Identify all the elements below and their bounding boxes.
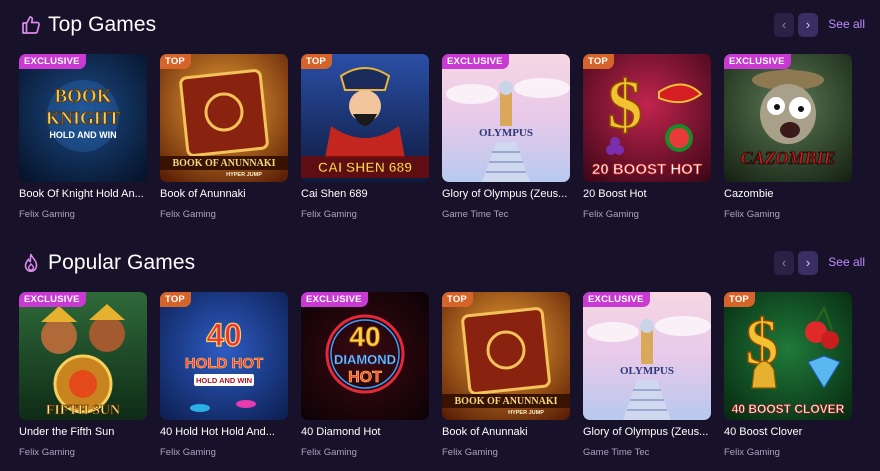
art-text: CAI SHEN 689	[318, 159, 412, 175]
art-text: BOOK OF ANUNNAKI	[173, 158, 276, 169]
game-title[interactable]: Book of Anunnaki	[442, 426, 574, 438]
game-provider: Felix Gaming	[442, 447, 498, 458]
game-card[interactable]: $ 40 BOOST CLOVER TOP 40 Boost Clover Fe…	[724, 292, 852, 471]
game-provider: Game Time Tec	[442, 209, 509, 220]
top-badge: TOP	[724, 292, 755, 307]
exclusive-badge: EXCLUSIVE	[724, 54, 791, 69]
art-text: HOT	[348, 369, 382, 386]
game-thumbnail[interactable]: $ 40 BOOST CLOVER TOP	[724, 292, 852, 420]
art-text: 40	[206, 317, 242, 353]
top-games-section: Top Games ‹ › See all BOOK KNIGHT HOLD A…	[0, 0, 880, 238]
section-header: Popular Games ‹ › See all	[20, 248, 865, 280]
game-title[interactable]: Book of Anunnaki	[160, 188, 292, 200]
game-provider: Felix Gaming	[301, 209, 357, 220]
next-button[interactable]: ›	[798, 251, 818, 275]
game-provider: Felix Gaming	[160, 447, 216, 458]
game-carousel: FIFTH SUN EXCLUSIVE Under the Fifth Sun …	[19, 292, 859, 471]
game-title[interactable]: 20 Boost Hot	[583, 188, 715, 200]
game-card[interactable]: BOOK OF ANUNNAKI HYPER JUMP TOP Book of …	[442, 292, 570, 471]
see-all-link[interactable]: See all	[828, 255, 865, 269]
game-carousel: BOOK KNIGHT HOLD AND WIN EXCLUSIVE Book …	[19, 54, 859, 238]
game-title[interactable]: 40 Hold Hot Hold And...	[160, 426, 292, 438]
previous-button[interactable]: ‹	[774, 251, 794, 275]
game-title[interactable]: 40 Diamond Hot	[301, 426, 433, 438]
previous-button[interactable]: ‹	[774, 13, 794, 37]
art-text: 40	[349, 321, 380, 352]
art-text: CAZOMBIE	[740, 148, 835, 168]
exclusive-badge: EXCLUSIVE	[583, 292, 650, 307]
game-title[interactable]: Under the Fifth Sun	[19, 426, 151, 438]
game-card[interactable]: BOOK OF ANUNNAKI HYPER JUMP TOP Book of …	[160, 54, 288, 234]
art-text: 20 BOOST HOT	[592, 161, 702, 178]
next-button[interactable]: ›	[798, 13, 818, 37]
game-provider: Felix Gaming	[160, 209, 216, 220]
popular-games-section: Popular Games ‹ › See all FIFTH SUN EXCL…	[0, 238, 880, 471]
game-title[interactable]: 40 Boost Clover	[724, 426, 856, 438]
game-title[interactable]: Glory of Olympus (Zeus...	[442, 188, 574, 200]
game-thumbnail[interactable]: BOOK OF ANUNNAKI HYPER JUMP TOP	[442, 292, 570, 420]
art-text: KNIGHT	[46, 108, 120, 128]
game-card[interactable]: 40 HOLD HOT HOLD AND WIN TOP 40 Hold Hot…	[160, 292, 288, 471]
game-title[interactable]: Glory of Olympus (Zeus...	[583, 426, 715, 438]
game-provider: Felix Gaming	[724, 447, 780, 458]
section-title: Popular Games	[48, 251, 196, 274]
game-card[interactable]: $ 20 BOOST HOT TOP 20 Boost Hot Felix Ga…	[583, 54, 711, 234]
art-text: HYPER JUMP	[226, 172, 262, 178]
exclusive-badge: EXCLUSIVE	[19, 54, 86, 69]
top-badge: TOP	[160, 54, 191, 69]
game-title[interactable]: Cai Shen 689	[301, 188, 433, 200]
art-text: HOLD AND WIN	[196, 376, 252, 385]
game-thumbnail[interactable]: OLYMPUS EXCLUSIVE	[583, 292, 711, 420]
top-badge: TOP	[583, 54, 614, 69]
game-thumbnail[interactable]: 40 DIAMOND HOT EXCLUSIVE	[301, 292, 429, 420]
game-provider: Felix Gaming	[583, 209, 639, 220]
game-provider: Felix Gaming	[19, 209, 75, 220]
art-text: HOLD HOT	[185, 355, 263, 372]
game-thumbnail[interactable]: BOOK OF ANUNNAKI HYPER JUMP TOP	[160, 54, 288, 182]
game-provider: Game Time Tec	[583, 447, 650, 458]
exclusive-badge: EXCLUSIVE	[19, 292, 86, 307]
game-card[interactable]: OLYMPUS EXCLUSIVE Glory of Olympus (Zeus…	[442, 54, 570, 234]
game-provider: Felix Gaming	[724, 209, 780, 220]
top-badge: TOP	[301, 54, 332, 69]
game-thumbnail[interactable]: OLYMPUS EXCLUSIVE	[442, 54, 570, 182]
exclusive-badge: EXCLUSIVE	[442, 54, 509, 69]
game-provider: Felix Gaming	[19, 447, 75, 458]
art-text: 40 BOOST CLOVER	[732, 402, 845, 416]
see-all-link[interactable]: See all	[828, 17, 865, 31]
exclusive-badge: EXCLUSIVE	[301, 292, 368, 307]
game-thumbnail[interactable]: CAZOMBIE EXCLUSIVE	[724, 54, 852, 182]
art-text: HYPER JUMP	[508, 410, 544, 416]
svg-text:$: $	[608, 67, 643, 144]
art-text: FIFTH SUN	[46, 403, 120, 418]
game-thumbnail[interactable]: 40 HOLD HOT HOLD AND WIN TOP	[160, 292, 288, 420]
game-card[interactable]: CAI SHEN 689 TOP Cai Shen 689 Felix Gami…	[301, 54, 429, 234]
section-header: Top Games ‹ › See all	[20, 10, 865, 42]
game-thumbnail[interactable]: FIFTH SUN EXCLUSIVE	[19, 292, 147, 420]
game-title[interactable]: Book Of Knight Hold An...	[19, 188, 151, 200]
thumbs-up-icon	[20, 14, 42, 36]
game-thumbnail[interactable]: $ 20 BOOST HOT TOP	[583, 54, 711, 182]
top-badge: TOP	[160, 292, 191, 307]
art-text: BOOK OF ANUNNAKI	[455, 396, 558, 407]
art-text: HOLD AND WIN	[49, 130, 116, 140]
game-card[interactable]: 40 DIAMOND HOT EXCLUSIVE 40 Diamond Hot …	[301, 292, 429, 471]
top-badge: TOP	[442, 292, 473, 307]
flame-icon	[20, 252, 42, 274]
game-thumbnail[interactable]: BOOK KNIGHT HOLD AND WIN EXCLUSIVE	[19, 54, 147, 182]
art-text: OLYMPUS	[479, 127, 533, 139]
game-card[interactable]: CAZOMBIE EXCLUSIVE Cazombie Felix Gaming	[724, 54, 852, 234]
game-card[interactable]: BOOK KNIGHT HOLD AND WIN EXCLUSIVE Book …	[19, 54, 147, 234]
game-thumbnail[interactable]: CAI SHEN 689 TOP	[301, 54, 429, 182]
art-text: DIAMOND	[334, 352, 396, 367]
game-card[interactable]: FIFTH SUN EXCLUSIVE Under the Fifth Sun …	[19, 292, 147, 471]
game-title[interactable]: Cazombie	[724, 188, 856, 200]
game-card[interactable]: OLYMPUS EXCLUSIVE Glory of Olympus (Zeus…	[583, 292, 711, 471]
art-text: BOOK	[54, 86, 111, 107]
section-title: Top Games	[48, 13, 157, 36]
art-text: OLYMPUS	[620, 365, 674, 377]
game-provider: Felix Gaming	[301, 447, 357, 458]
